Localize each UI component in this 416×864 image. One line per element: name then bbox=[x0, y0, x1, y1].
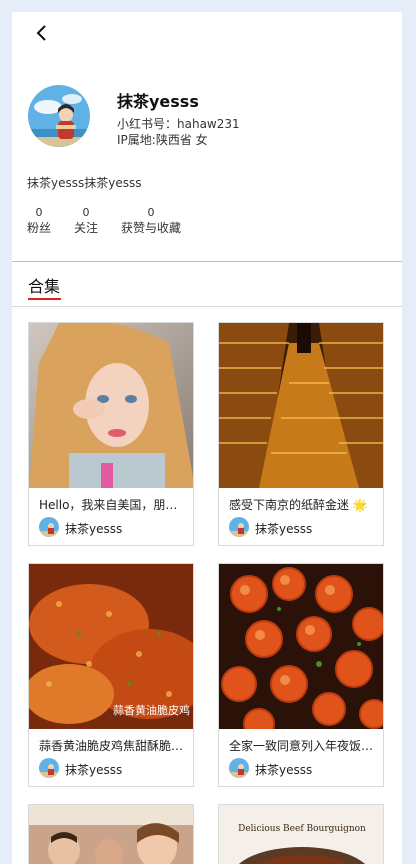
note-cover-image bbox=[219, 323, 383, 488]
stat-label: 关注 bbox=[74, 221, 99, 235]
profile-name: 抹茶yesss bbox=[117, 92, 199, 111]
author-name: 抹茶yesss bbox=[65, 522, 123, 536]
note-cover-image: Delicious Beef Bourguignon bbox=[219, 805, 383, 864]
stat-value: 0 bbox=[82, 206, 90, 219]
red-id: 小红书号：hahaw231 bbox=[117, 117, 240, 131]
stat-label: 粉丝 bbox=[27, 221, 52, 235]
note-title: Hello，我来自美国，朋友们都叫我小... bbox=[39, 498, 185, 512]
author-name: 抹茶yesss bbox=[255, 522, 313, 536]
divider bbox=[12, 261, 402, 262]
note-cover-image bbox=[219, 564, 383, 740]
note-title: 全家一致同意列入年夜饭的虾 bbox=[229, 739, 375, 753]
back-button[interactable] bbox=[30, 21, 54, 45]
avatar[interactable] bbox=[28, 85, 90, 147]
stat-value: 0 bbox=[147, 206, 155, 219]
stat-label: 获赞与收藏 bbox=[121, 221, 182, 235]
author-avatar bbox=[39, 517, 59, 537]
stat-value: 0 bbox=[35, 206, 43, 219]
note-card[interactable] bbox=[28, 804, 194, 864]
profile-page: 抹茶yesss 小红书号：hahaw231 IP属地:陕西省 女 抹茶yesss… bbox=[12, 12, 402, 864]
active-tab-indicator bbox=[28, 298, 61, 300]
stat-fans[interactable]: 0 粉丝 bbox=[27, 206, 51, 237]
author-avatar bbox=[229, 517, 249, 537]
note-title: 感受下南京的纸醉金迷 🌟 bbox=[229, 498, 368, 512]
cover-overlay-text: Delicious Beef Bourguignon bbox=[238, 824, 366, 834]
note-card[interactable]: 全家一致同意列入年夜饭的虾 抹茶yesss bbox=[218, 563, 384, 787]
note-card[interactable]: Delicious Beef Bourguignon bbox=[218, 804, 384, 864]
stat-following[interactable]: 0 关注 bbox=[74, 206, 98, 237]
ip-location-gender: IP属地:陕西省 女 bbox=[117, 133, 208, 147]
author-avatar bbox=[229, 758, 249, 778]
cover-overlay-text: 蒜香黄油脆皮鸡 bbox=[113, 703, 190, 717]
divider bbox=[12, 306, 402, 307]
note-cover-image bbox=[29, 805, 193, 864]
profile-bio: 抹茶yesss抹茶yesss bbox=[27, 176, 142, 190]
chevron-left-icon bbox=[36, 25, 46, 41]
note-cover-image: 蒜香黄油脆皮鸡 bbox=[29, 564, 193, 729]
author-name: 抹茶yesss bbox=[255, 763, 313, 777]
author-name: 抹茶yesss bbox=[65, 763, 123, 777]
tab-collections[interactable]: 合集 bbox=[28, 273, 60, 297]
note-card[interactable]: 蒜香黄油脆皮鸡 蒜香黄油脆皮鸡焦甜酥脆 🍗 抹茶yesss bbox=[28, 563, 194, 787]
note-card[interactable]: Hello，我来自美国，朋友们都叫我小... 抹茶yesss bbox=[28, 322, 194, 546]
note-title: 蒜香黄油脆皮鸡焦甜酥脆 🍗 bbox=[39, 739, 185, 753]
note-card[interactable]: 感受下南京的纸醉金迷 🌟 抹茶yesss bbox=[218, 322, 384, 546]
note-cover-image bbox=[29, 323, 193, 488]
stat-likes-collects[interactable]: 0 获赞与收藏 bbox=[121, 206, 181, 237]
author-avatar bbox=[39, 758, 59, 778]
